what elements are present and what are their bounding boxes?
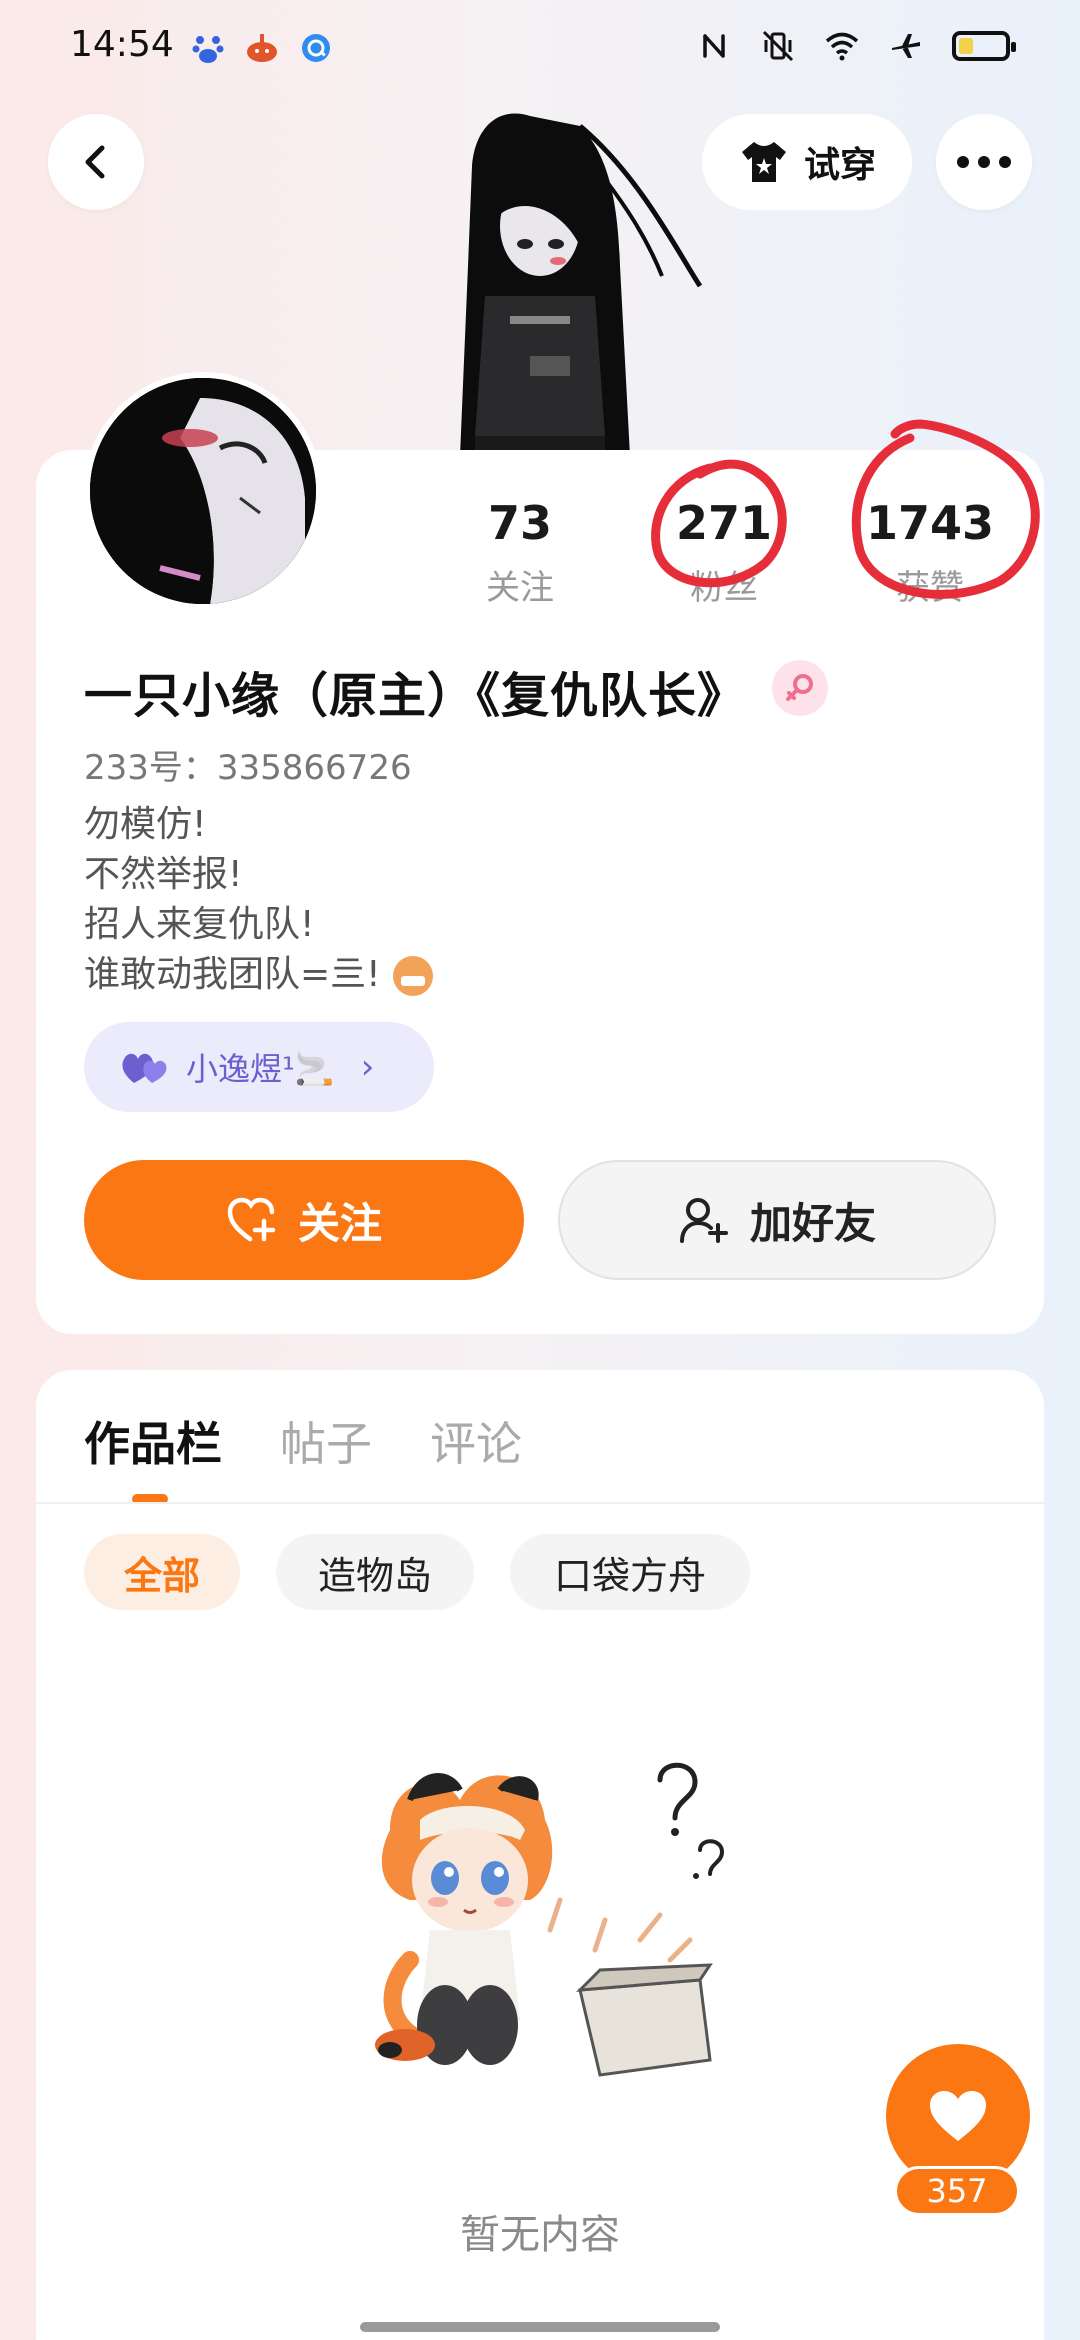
back-arrow-icon [85,145,105,179]
heart-icon [930,2091,986,2141]
chip-pocket-ark[interactable]: 口袋方舟 [510,1534,750,1610]
tab-works[interactable]: 作品栏 [84,1408,222,1474]
following-label: 关注 [486,568,554,608]
tshirt-icon [741,142,786,182]
baidu-app-icon [192,36,224,63]
battery-icon [952,31,1016,61]
tab-divider [36,1502,1044,1504]
tab-comments[interactable]: 评论 [430,1408,522,1474]
try-on-label: 试穿 [803,145,876,186]
bio-line: 不然举报! [84,854,243,895]
followers-label: 粉丝 [690,568,758,608]
avatar[interactable] [84,372,322,610]
add-user-icon [679,1198,728,1243]
female-symbol-icon [786,674,813,701]
heart-plus-icon [227,1197,276,1242]
chevron-right-icon: › [360,1047,375,1087]
username: 一只小缘（原主）《复仇队长》 [84,668,747,724]
user-id: 233号：335866726 [84,748,412,788]
tab-posts[interactable]: 帖子 [280,1408,372,1474]
status-time: 14:54 [70,24,174,65]
back-button[interactable] [48,114,144,210]
likes-label: 获赞 [896,568,964,608]
add-friend-button[interactable]: 加好友 [558,1160,996,1280]
more-dots-icon [957,156,1011,168]
status-bar: 14:54 [0,0,1080,96]
likes-stat[interactable]: 1743 获赞 [850,496,1010,609]
double-heart-icon [122,1053,167,1083]
wifi-icon [825,32,859,61]
follow-label: 关注 [297,1198,382,1248]
swearing-face-emoji-icon [392,956,433,996]
airplane-mode-icon [892,34,920,58]
browser-app-icon [302,34,330,62]
relationship-pill[interactable]: 小逸煜¹🚬 › [84,1022,434,1112]
notification-icons [190,30,334,66]
avatar-image [90,378,316,604]
bio-line: 谁敢动我团队=亖! [84,954,381,995]
try-on-button[interactable]: 试穿 [702,114,912,210]
following-stat[interactable]: 73 关注 [440,496,600,609]
home-indicator[interactable] [360,2322,720,2332]
follow-button[interactable]: 关注 [84,1160,524,1280]
system-status-icons [696,28,1016,64]
bio-line: 勿模仿! [84,804,207,845]
bio: 勿模仿! 不然举报! 招人来复仇队! 谁敢动我团队=亖! [84,800,433,1000]
following-count: 73 [487,496,552,550]
like-count-badge: 357 [894,2166,1020,2216]
followers-stat[interactable]: 271 粉丝 [644,496,804,609]
game-app-icon [247,34,277,62]
nfc-icon [703,34,725,58]
add-friend-label: 加好友 [749,1198,876,1248]
bio-line: 招人来复仇队! [84,904,315,945]
chip-all[interactable]: 全部 [84,1534,240,1610]
more-options-button[interactable] [936,114,1032,210]
followers-count: 271 [675,496,773,550]
female-gender-badge [772,660,828,716]
empty-state-illustration [375,1762,725,2077]
chip-creation-island[interactable]: 造物岛 [276,1534,474,1610]
vibrate-mute-icon [762,30,794,62]
character-model-image [460,113,703,456]
likes-count: 1743 [865,496,995,550]
relationship-label: 小逸煜¹🚬 [186,1050,335,1088]
